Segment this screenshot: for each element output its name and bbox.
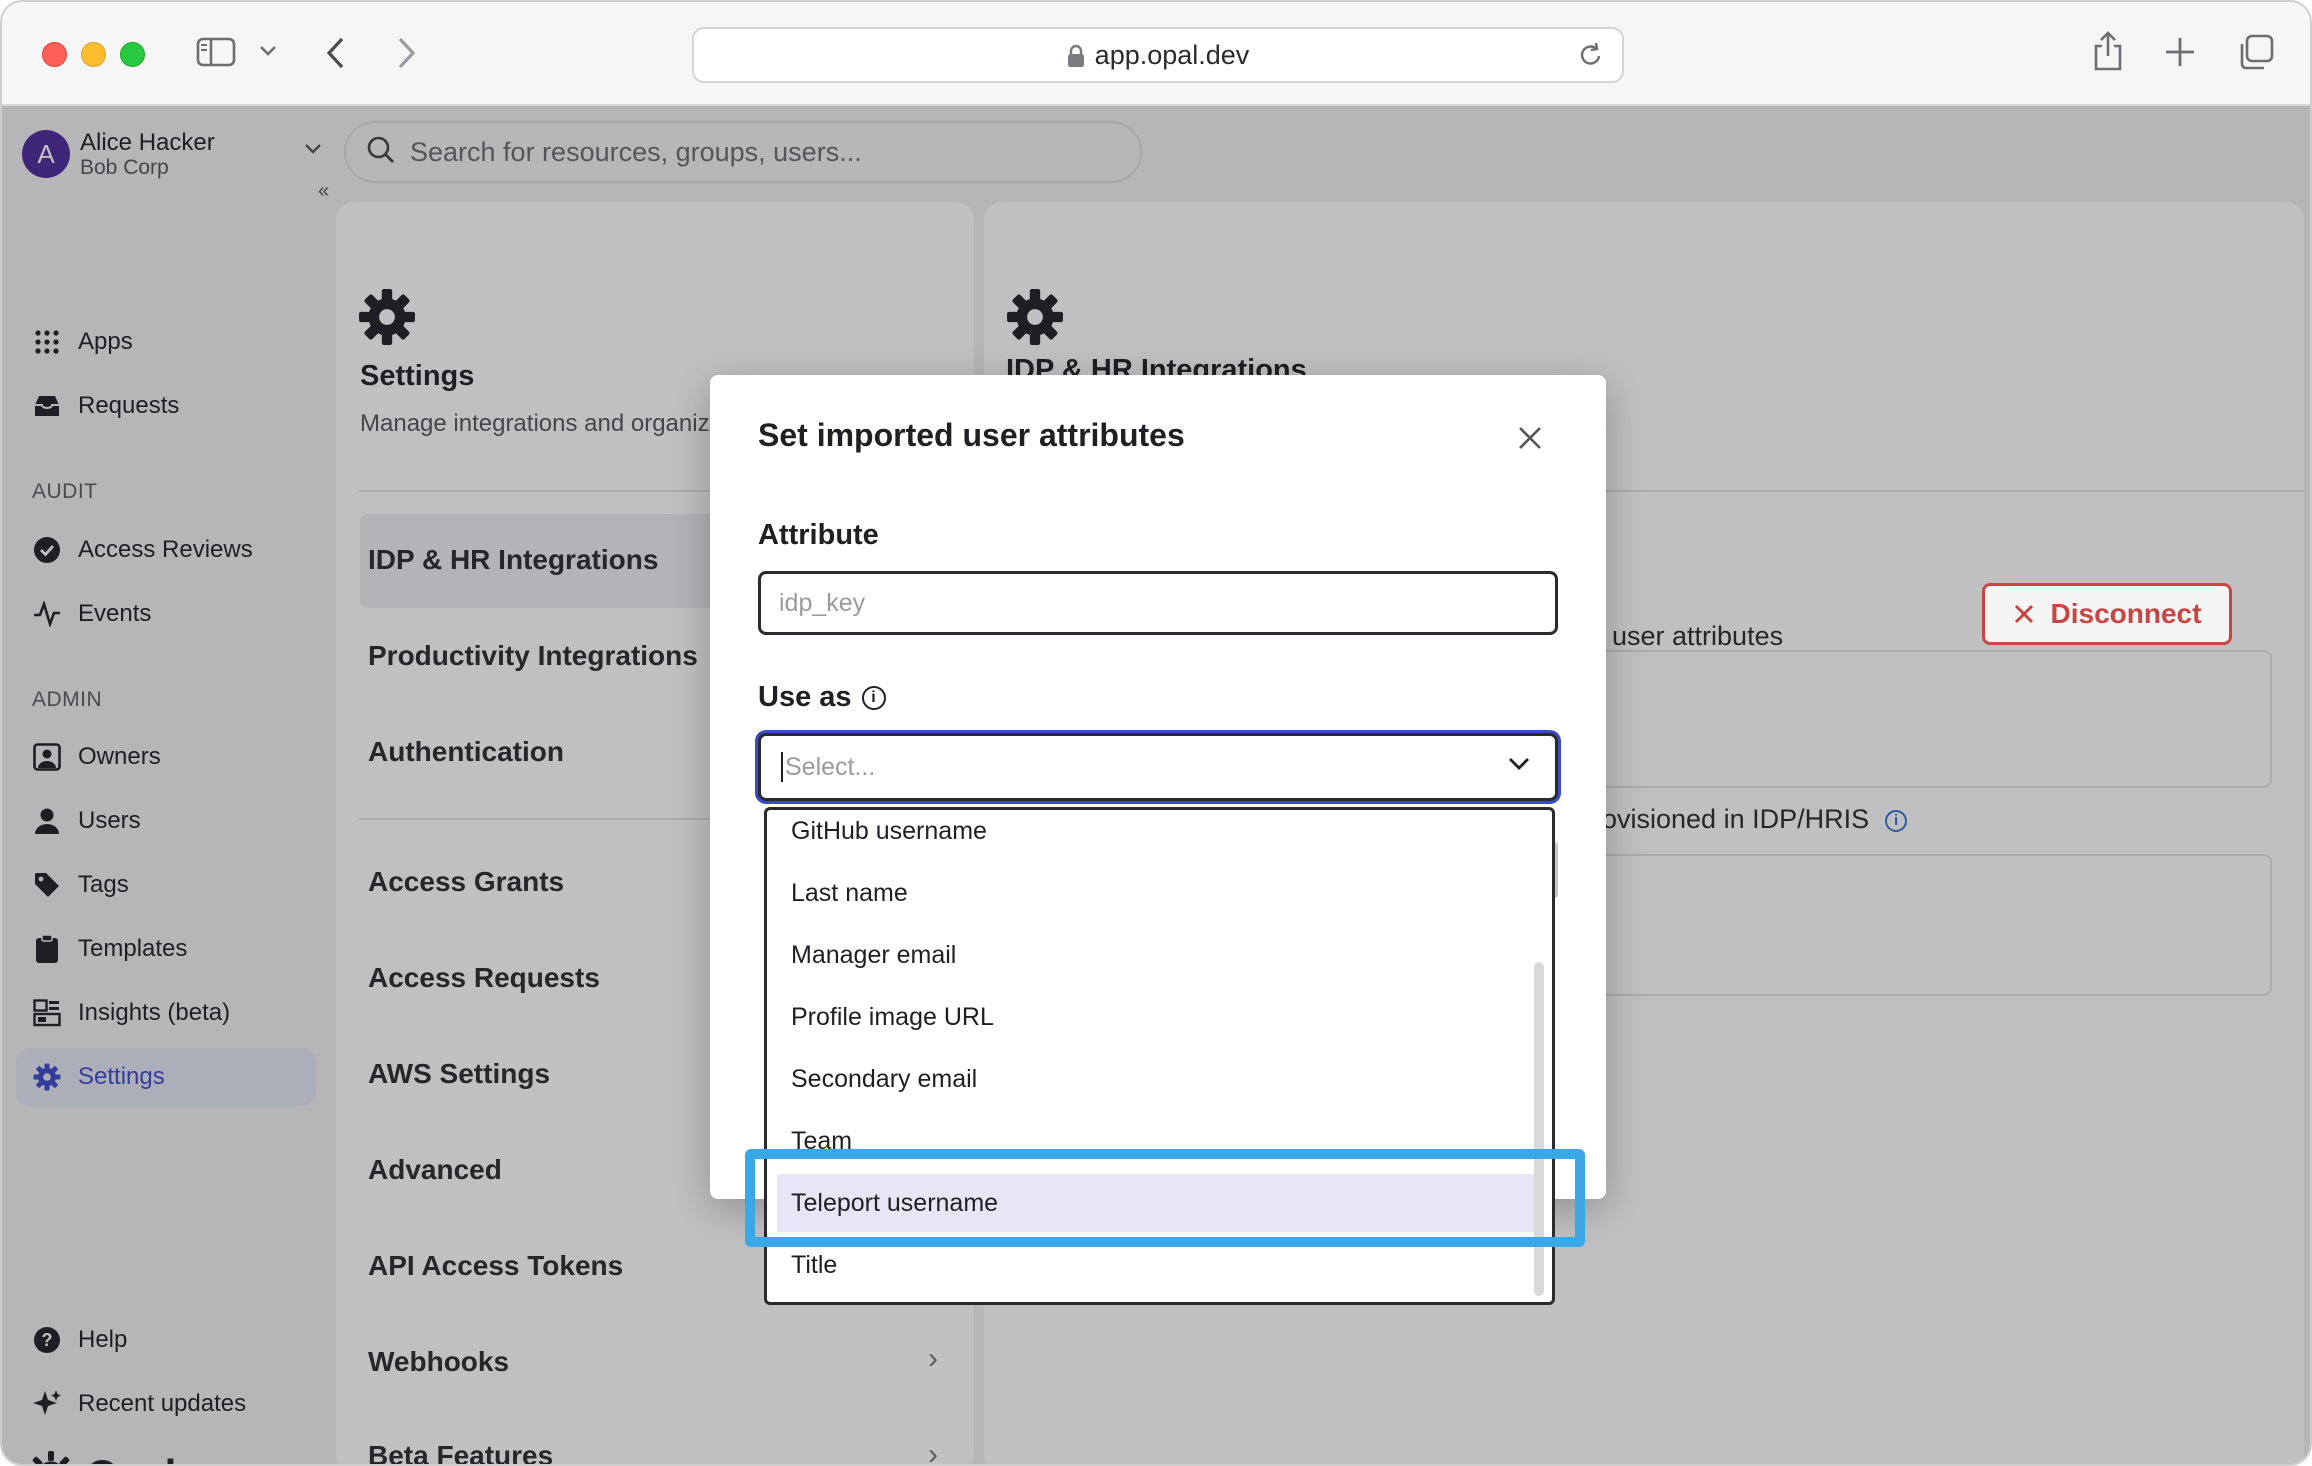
share-icon[interactable] xyxy=(2092,30,2124,72)
sidebar-toggle-icon[interactable] xyxy=(196,36,236,68)
forward-icon[interactable] xyxy=(394,36,418,70)
disconnect-button[interactable]: Disconnect xyxy=(1982,583,2232,645)
option-manager-email[interactable]: Manager email xyxy=(767,926,1527,984)
disconnect-label: Disconnect xyxy=(2050,598,2202,629)
close-icon[interactable] xyxy=(1513,421,1547,455)
option-secondary-email[interactable]: Secondary email xyxy=(767,1050,1527,1108)
info-icon[interactable]: i xyxy=(861,686,886,711)
url-text: app.opal.dev xyxy=(1094,39,1250,70)
chevron-down-icon[interactable] xyxy=(258,44,278,58)
minimize-window-button[interactable] xyxy=(81,42,106,67)
text-cursor xyxy=(781,752,783,782)
reload-icon[interactable] xyxy=(1578,41,1604,74)
use-as-select[interactable]: Select... xyxy=(758,733,1558,801)
use-as-text: Use as xyxy=(758,681,852,713)
new-tab-icon[interactable] xyxy=(2164,36,2196,68)
address-bar[interactable]: app.opal.dev xyxy=(692,27,1624,83)
attribute-input[interactable] xyxy=(758,571,1558,635)
attribute-label: Attribute xyxy=(758,519,879,551)
zoom-window-button[interactable] xyxy=(120,42,145,67)
annotation-highlight xyxy=(745,1149,1585,1247)
browser-window: app.opal.dev A Alice Hacker Bob Corp Sea… xyxy=(0,0,2312,1466)
modal-title: Set imported user attributes xyxy=(758,417,1185,453)
select-placeholder: Select... xyxy=(785,752,876,781)
use-as-label: Use as i xyxy=(758,681,886,714)
option-github-username[interactable]: GitHub username xyxy=(767,810,1527,860)
close-icon xyxy=(2014,604,2033,624)
option-profile-image-url[interactable]: Profile image URL xyxy=(767,988,1527,1046)
chevron-down-icon[interactable] xyxy=(1507,756,1531,777)
lock-icon xyxy=(1067,44,1085,67)
option-last-name[interactable]: Last name xyxy=(767,864,1527,922)
close-window-button[interactable] xyxy=(42,42,67,67)
tab-overview-icon[interactable] xyxy=(2238,34,2274,70)
browser-toolbar: app.opal.dev xyxy=(2,2,2310,106)
back-icon[interactable] xyxy=(324,36,348,70)
